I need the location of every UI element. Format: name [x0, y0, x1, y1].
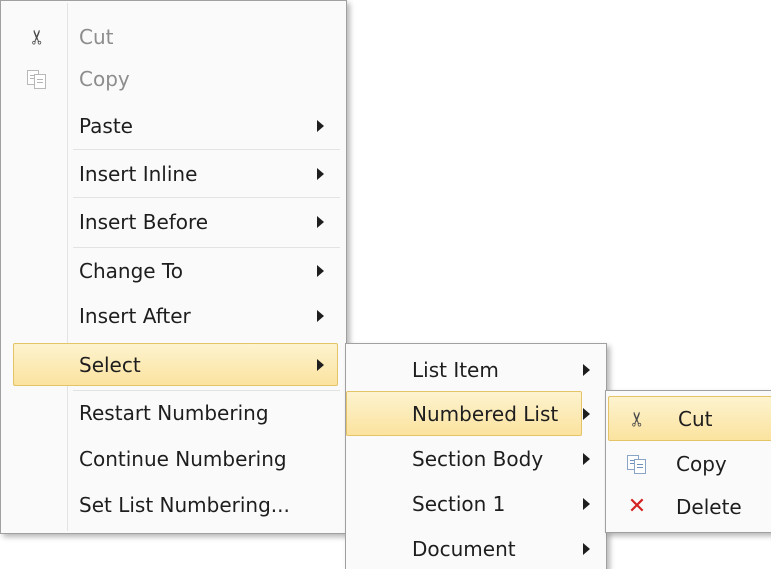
- menu-item-label: Insert Before: [79, 210, 209, 234]
- submenu-arrow-icon: [317, 310, 324, 322]
- menu-item-select[interactable]: Select: [13, 343, 338, 386]
- select-submenu: List Item Numbered List Section Body Sec…: [345, 343, 607, 569]
- submenu-item-cut[interactable]: ✂ Cut: [608, 396, 771, 441]
- menu-item-label: Document: [412, 537, 516, 561]
- menu-item-label: Change To: [79, 259, 183, 283]
- menu-separator: [73, 197, 340, 198]
- menu-item-label: Insert Inline: [79, 162, 198, 186]
- menu-item-set-list-numbering[interactable]: Set List Numbering...: [1, 485, 346, 525]
- menu-item-continue-numbering[interactable]: Continue Numbering: [1, 439, 346, 479]
- menu-item-label: List Item: [412, 358, 499, 382]
- menu-item-copy[interactable]: Copy: [1, 59, 346, 99]
- submenu-arrow-icon: [317, 265, 324, 277]
- menu-item-insert-after[interactable]: Insert After: [1, 296, 346, 336]
- menu-separator: [73, 149, 340, 150]
- menu-item-label: Section 1: [412, 492, 506, 516]
- menu-item-label: Copy: [676, 452, 727, 476]
- submenu-arrow-icon: [583, 407, 590, 420]
- submenu-arrow-icon: [583, 498, 590, 510]
- menu-item-insert-inline[interactable]: Insert Inline: [1, 154, 346, 194]
- numbered-list-submenu: ✂ Cut Copy ✕ Delete: [605, 390, 771, 533]
- delete-icon: ✕: [627, 494, 647, 519]
- submenu-arrow-icon: [317, 168, 324, 180]
- menu-item-label: Select: [79, 352, 141, 377]
- menu-item-label: Numbered List: [412, 401, 559, 426]
- menu-item-label: Cut: [79, 25, 114, 49]
- copy-icon: [25, 67, 49, 91]
- menu-item-label: Copy: [79, 67, 130, 91]
- submenu-item-copy[interactable]: Copy: [606, 444, 771, 484]
- menu-item-label: Delete: [676, 495, 742, 519]
- submenu-item-section-body[interactable]: Section Body: [346, 439, 606, 479]
- copy-icon: [625, 452, 649, 476]
- screen: ✂ Cut Copy Paste Insert Inline Insert Be…: [0, 0, 771, 569]
- submenu-arrow-icon: [583, 543, 590, 555]
- submenu-arrow-icon: [317, 216, 324, 228]
- submenu-arrow-icon: [317, 120, 324, 132]
- context-menu: ✂ Cut Copy Paste Insert Inline Insert Be…: [0, 0, 347, 534]
- submenu-item-delete[interactable]: ✕ Delete: [606, 487, 771, 527]
- menu-item-label: Section Body: [412, 447, 544, 471]
- menu-item-insert-before[interactable]: Insert Before: [1, 202, 346, 242]
- menu-item-label: Cut: [678, 406, 713, 431]
- menu-item-label: Restart Numbering: [79, 401, 269, 425]
- scissors-icon: ✂: [25, 28, 49, 46]
- submenu-arrow-icon: [583, 364, 590, 376]
- submenu-item-section-1[interactable]: Section 1: [346, 484, 606, 524]
- menu-item-restart-numbering[interactable]: Restart Numbering: [1, 393, 346, 433]
- submenu-arrow-icon: [317, 358, 324, 371]
- scissors-icon: ✂: [625, 410, 649, 427]
- menu-item-label: Set List Numbering...: [79, 493, 290, 517]
- menu-item-cut[interactable]: ✂ Cut: [1, 17, 346, 57]
- submenu-item-list-item[interactable]: List Item: [346, 350, 606, 390]
- menu-item-label: Continue Numbering: [79, 447, 287, 471]
- submenu-item-numbered-list[interactable]: Numbered List: [346, 391, 590, 436]
- menu-separator: [73, 247, 340, 248]
- submenu-arrow-icon: [583, 453, 590, 465]
- menu-separator: [73, 390, 340, 391]
- menu-item-label: Insert After: [79, 304, 191, 328]
- menu-item-label: Paste: [79, 114, 133, 138]
- menu-item-paste[interactable]: Paste: [1, 106, 346, 146]
- submenu-item-document[interactable]: Document: [346, 529, 606, 569]
- menu-item-change-to[interactable]: Change To: [1, 251, 346, 291]
